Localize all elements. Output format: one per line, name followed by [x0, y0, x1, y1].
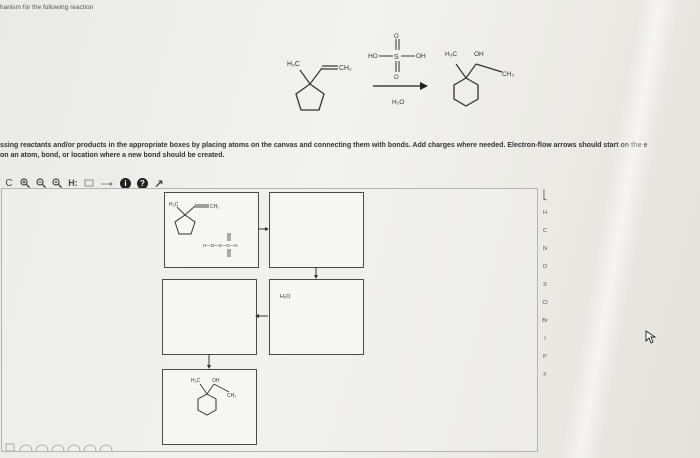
reactant-ch2-label: CH₂ [339, 65, 352, 72]
element-n[interactable]: N [538, 246, 552, 252]
info-button[interactable]: i [120, 177, 131, 189]
reagent-s-label: S [394, 54, 399, 61]
box1-ch2-label: CH₂ [210, 204, 219, 210]
reagent-o-top-label: O [394, 34, 399, 40]
box5-ch3-label: CH₃ [227, 393, 236, 399]
element-p[interactable]: P [538, 354, 552, 360]
mechanism-box-5[interactable]: H₃C OH CH₃ [162, 369, 257, 445]
reaction-scheme: H₃C CH₂ HO S OH O O H₂O H₃C OH CH₃ [287, 34, 514, 111]
template-shapes [5, 443, 113, 451]
reactant-h3c-label: H₃C [287, 61, 300, 68]
box5-structure: H₃C OH CH₃ [191, 378, 236, 416]
box5-h3c-label: H₃C [191, 378, 201, 384]
mechanism-box-3[interactable] [162, 279, 257, 355]
instructions-line-2: on an atom, bond, or location where a ne… [0, 152, 225, 159]
solvent-label: H₂O [392, 99, 404, 106]
box5-oh-label: OH [212, 378, 220, 384]
reagent-oh-label: OH [416, 53, 426, 60]
mechanism-box-2[interactable] [269, 192, 364, 268]
box4-h2o-label: H₂O [280, 294, 291, 300]
element-i[interactable]: I [538, 336, 552, 342]
element-c[interactable]: C [538, 228, 552, 234]
box1-h3c-label: H₃C [169, 202, 179, 208]
product-h3c-label: H₃C [445, 51, 457, 58]
reagent-ho-label: HO [368, 53, 378, 60]
product-ring [453, 77, 479, 107]
mechanism-box-4[interactable]: H₂O [269, 279, 364, 355]
box4-structure: H₂O [280, 294, 291, 300]
instructions: ssing reactants and/or products in the a… [0, 141, 700, 161]
element-f[interactable]: F [538, 372, 552, 378]
reactant-ring [295, 83, 325, 111]
mechanism-box-1[interactable]: H₃C CH₂ H—O—S—O—H [164, 192, 259, 268]
box1-structure: H₃C CH₂ H—O—S—O—H [169, 202, 238, 257]
element-h[interactable]: H [538, 210, 552, 216]
element-o[interactable]: O [538, 264, 552, 270]
screen-glare [560, 0, 680, 458]
drawing-canvas[interactable]: H₃C CH₂ H—O—S—O—H H₂O H₃C OH CH₃ [1, 188, 538, 452]
page-heading: hanism for the following reaction [0, 4, 94, 11]
element-br[interactable]: Br [538, 318, 552, 324]
product-ch3-label: CH₃ [502, 71, 514, 78]
instructions-line-1: ssing reactants and/or products in the a… [0, 142, 648, 149]
bracket-icon[interactable]: ⎣ [538, 190, 552, 201]
help-button[interactable]: ? [137, 177, 148, 189]
product-oh-label: OH [474, 51, 484, 58]
element-s[interactable]: S [538, 282, 552, 288]
reagent-o-bottom-label: O [394, 75, 399, 81]
box1-reagent-label: H—O—S—O—H [203, 243, 238, 248]
element-cl[interactable]: Cl [538, 300, 552, 306]
element-sidebar: ⎣ H C N O S Cl Br I P F [538, 188, 552, 450]
mouse-cursor-icon [645, 330, 657, 344]
